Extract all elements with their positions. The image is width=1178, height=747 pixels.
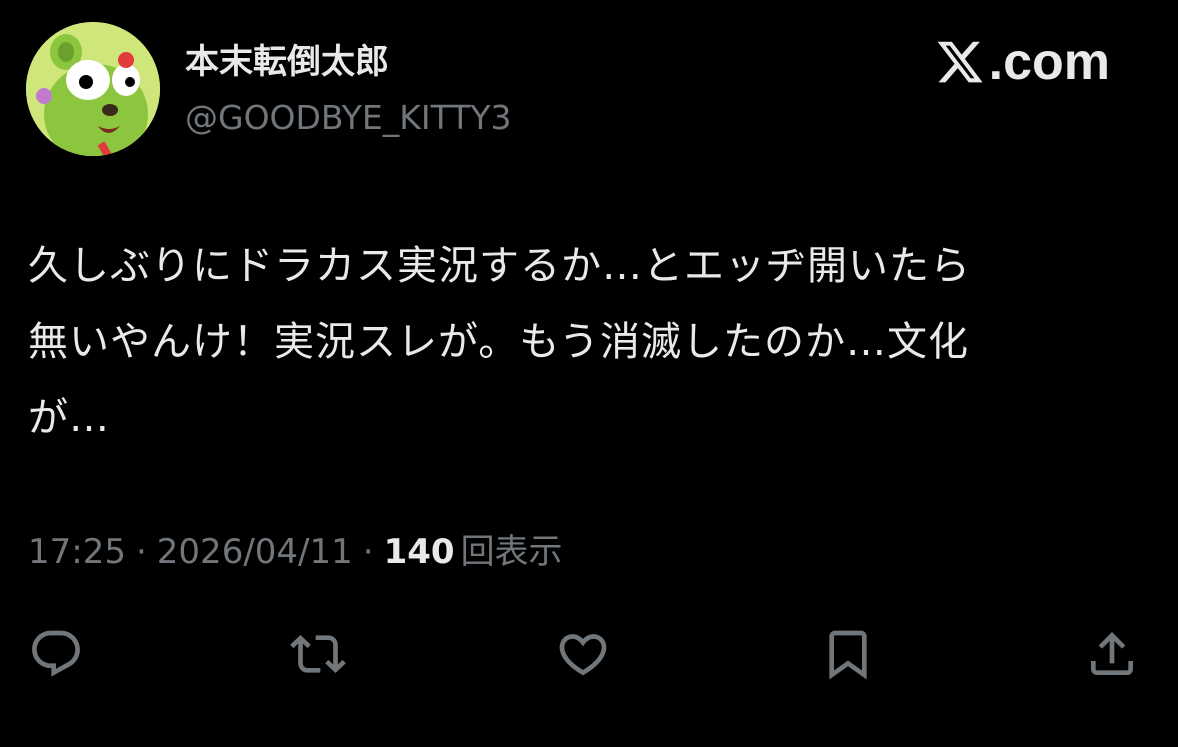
retweet-button[interactable] — [288, 624, 348, 684]
avatar[interactable] — [26, 22, 160, 156]
heart-icon — [559, 634, 607, 676]
tweet-date[interactable]: 2026/04/11 — [157, 528, 353, 576]
retweet-icon — [290, 635, 346, 673]
reply-button[interactable] — [26, 624, 86, 684]
like-button[interactable] — [553, 624, 613, 684]
brand-text: .com — [988, 33, 1110, 91]
tweet-meta: 17:25 · 2026/04/11 · 140 回表示 — [28, 528, 563, 576]
views-count: 140 — [383, 532, 455, 572]
display-name[interactable]: 本末転倒太郎 — [185, 38, 389, 86]
tweet-time[interactable]: 17:25 — [28, 528, 126, 576]
views-label: 回表示 — [460, 532, 563, 572]
share-button[interactable] — [1082, 624, 1142, 684]
share-icon — [1091, 632, 1133, 675]
meta-separator: · — [362, 532, 374, 572]
bookmark-icon — [829, 630, 867, 680]
tweet-text: 久しぶりにドラカス実況するか…とエッヂ開いたら 無いやんけ！実況スレが。もう消滅… — [28, 243, 971, 441]
bookmark-button[interactable] — [818, 624, 878, 684]
meta-separator: · — [135, 532, 147, 572]
avatar-image — [26, 22, 160, 156]
x-logo-icon — [937, 41, 983, 83]
brand-watermark: .com — [935, 32, 1110, 92]
user-handle[interactable]: @GOODBYE_KITTY3 — [185, 96, 512, 140]
reply-icon — [32, 630, 80, 677]
